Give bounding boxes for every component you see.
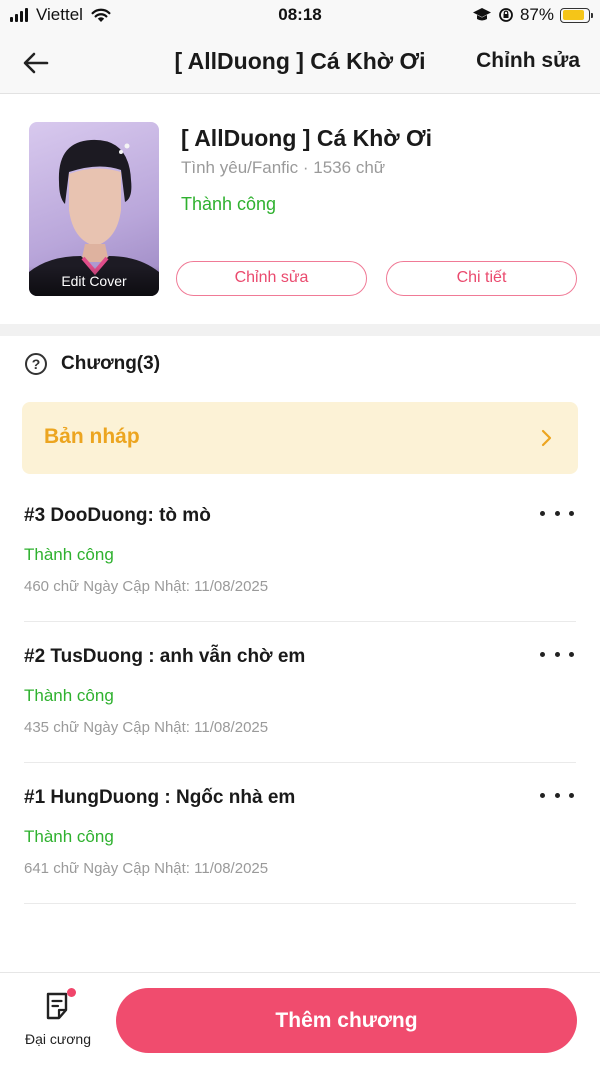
add-chapter-button[interactable]: Thêm chương bbox=[116, 988, 577, 1053]
chapter-title: #2 TusDuong : anh vẫn chờ em bbox=[24, 646, 306, 667]
chapter-meta: 460 chữ Ngày Cập Nhật: 11/08/2025 bbox=[24, 578, 269, 595]
section-divider bbox=[0, 324, 600, 336]
battery-level bbox=[562, 10, 585, 20]
chapter-item[interactable]: #3 DooDuong: tò mò Thành công 460 chữ Ng… bbox=[24, 481, 576, 622]
battery-percent: 87% bbox=[519, 5, 554, 24]
chapter-item[interactable]: #2 TusDuong : anh vẫn chờ em Thành công … bbox=[24, 622, 576, 763]
chapter-status: Thành công bbox=[24, 827, 114, 846]
question-icon[interactable]: ? bbox=[25, 353, 47, 375]
status-bar: Viettel 08:18 87% bbox=[0, 0, 600, 32]
outline-icon bbox=[44, 988, 76, 1021]
graduation-cap-icon bbox=[472, 8, 491, 21]
status-right: 87% bbox=[472, 5, 593, 25]
chapter-meta: 435 chữ Ngày Cập Nhật: 11/08/2025 bbox=[24, 719, 269, 736]
outline-button[interactable]: Đại cương bbox=[16, 988, 100, 1053]
edit-story-button[interactable]: Chỉnh sửa bbox=[476, 49, 580, 73]
story-header: Edit Cover [ AllDuong ] Cá Khờ Ơi Tình y… bbox=[0, 94, 600, 324]
arrow-left-icon bbox=[23, 52, 49, 74]
notification-dot bbox=[67, 988, 76, 997]
back-button[interactable] bbox=[20, 47, 52, 79]
nav-bar: [ AllDuong ] Cá Khờ Ơi Chỉnh sửa bbox=[0, 32, 600, 94]
draft-label: Bản nháp bbox=[44, 425, 140, 448]
chapter-meta: 641 chữ Ngày Cập Nhật: 11/08/2025 bbox=[24, 860, 269, 877]
story-detail-button[interactable]: Chi tiết bbox=[386, 261, 577, 296]
chapters-title: Chương(3) bbox=[61, 353, 161, 374]
chapters-header: ? Chương(3) bbox=[25, 353, 160, 375]
page-title: [ AllDuong ] Cá Khờ Ơi bbox=[174, 48, 426, 74]
rotation-lock-icon bbox=[499, 8, 513, 22]
story-edit-button[interactable]: Chỉnh sửa bbox=[176, 261, 367, 296]
chevron-right-icon bbox=[541, 429, 552, 447]
chapter-item[interactable]: #1 HungDuong : Ngốc nhà em Thành công 64… bbox=[24, 763, 576, 904]
story-cover[interactable]: Edit Cover bbox=[29, 122, 159, 296]
battery-icon bbox=[560, 7, 593, 23]
story-title: [ AllDuong ] Cá Khờ Ơi bbox=[181, 125, 433, 151]
chapter-status: Thành công bbox=[24, 686, 114, 705]
edit-cover-label: Edit Cover bbox=[29, 266, 159, 296]
more-options-icon[interactable] bbox=[540, 642, 574, 666]
chapter-status: Thành công bbox=[24, 545, 114, 564]
more-options-icon[interactable] bbox=[540, 783, 574, 807]
outline-label: Đại cương bbox=[24, 1031, 92, 1047]
chapter-title: #1 HungDuong : Ngốc nhà em bbox=[24, 787, 296, 808]
story-meta: Tình yêu/Fanfic · 1536 chữ bbox=[181, 158, 386, 177]
story-status: Thành công bbox=[181, 194, 277, 214]
more-options-icon[interactable] bbox=[540, 501, 574, 525]
chapter-title: #3 DooDuong: tò mò bbox=[24, 505, 211, 526]
bottom-bar: Đại cương Thêm chương bbox=[0, 972, 600, 1067]
draft-row[interactable]: Bản nháp bbox=[22, 402, 578, 474]
